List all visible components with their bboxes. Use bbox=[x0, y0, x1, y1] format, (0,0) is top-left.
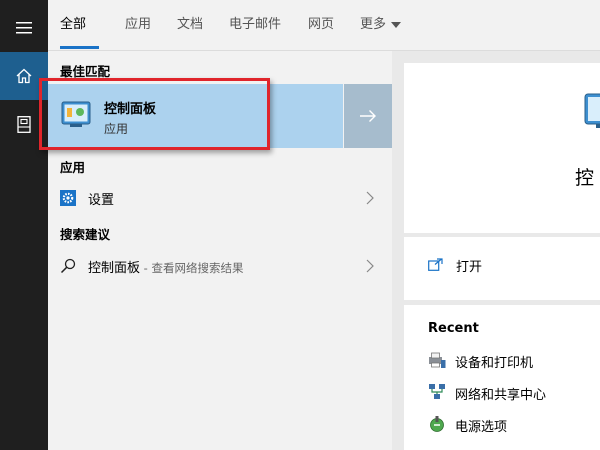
results-panel: 最佳匹配 控制面板 应用 应用 设置 搜索建议 控制面板 - 查看网络搜索结果 bbox=[39, 51, 392, 450]
chevron-right-icon bbox=[366, 259, 374, 273]
active-tab-indicator bbox=[60, 46, 99, 49]
search-suggestions-header: 搜索建议 bbox=[60, 227, 111, 242]
gear-icon bbox=[60, 190, 76, 206]
tab-all[interactable]: 全部 bbox=[60, 15, 86, 35]
hamburger-menu-button[interactable] bbox=[0, 4, 48, 52]
open-icon bbox=[428, 258, 443, 271]
recent-header: Recent bbox=[428, 321, 479, 336]
tab-email[interactable]: 电子邮件 bbox=[229, 15, 281, 35]
home-button[interactable] bbox=[0, 52, 48, 100]
recent-item-label: 网络和共享中心 bbox=[455, 388, 547, 403]
app-result-label: 设置 bbox=[88, 193, 115, 208]
preview-header-card bbox=[404, 63, 600, 233]
recent-item-devices-printers[interactable]: 设备和打印机 bbox=[428, 351, 533, 371]
open-action[interactable]: 打开 bbox=[456, 256, 482, 275]
app-result-settings[interactable]: 设置 bbox=[48, 181, 392, 215]
filter-tabs: 全部 应用 文档 电子邮件 网页 更多 bbox=[48, 0, 600, 51]
recent-item-power-options[interactable]: 电源选项 bbox=[428, 415, 507, 435]
chevron-down-icon bbox=[391, 21, 402, 28]
recent-item-label: 电源选项 bbox=[455, 420, 508, 435]
left-rail bbox=[0, 0, 48, 450]
tab-more[interactable]: 更多 bbox=[360, 15, 402, 35]
tab-web[interactable]: 网页 bbox=[308, 15, 334, 35]
network-sharing-icon bbox=[429, 384, 445, 399]
best-match-subtitle: 应用 bbox=[104, 122, 129, 136]
recent-item-label: 设备和打印机 bbox=[455, 356, 534, 371]
suggestion-query: 控制面板 bbox=[88, 261, 141, 276]
preview-title: 控 bbox=[575, 167, 595, 189]
preview-pane: 控 打开 Recent 设备和打印机 网络和共享中心 电源选项 bbox=[404, 63, 600, 450]
suggestion-result[interactable]: 控制面板 - 查看网络搜索结果 bbox=[48, 249, 392, 283]
suggestion-hint: - 查看网络搜索结果 bbox=[140, 261, 244, 275]
hamburger-menu-icon bbox=[16, 22, 32, 34]
suggestion-text: 控制面板 - 查看网络搜索结果 bbox=[88, 257, 243, 276]
best-match-item[interactable]: 控制面板 应用 bbox=[48, 84, 343, 148]
notebook-button[interactable] bbox=[0, 100, 48, 148]
home-icon bbox=[16, 68, 32, 84]
tab-apps[interactable]: 应用 bbox=[125, 15, 151, 35]
chevron-right-icon bbox=[366, 191, 374, 205]
power-options-icon bbox=[430, 416, 444, 432]
devices-printers-icon bbox=[429, 352, 446, 368]
best-match-title: 控制面板 bbox=[104, 102, 157, 117]
notebook-icon bbox=[17, 115, 31, 133]
control-panel-large-icon bbox=[584, 93, 600, 128]
best-match-result[interactable]: 控制面板 应用 bbox=[39, 78, 392, 150]
tab-more-label: 更多 bbox=[360, 17, 387, 32]
open-details-button[interactable] bbox=[344, 84, 392, 148]
search-icon bbox=[60, 258, 76, 274]
apps-header: 应用 bbox=[60, 160, 86, 175]
control-panel-icon bbox=[61, 101, 91, 127]
best-match-header: 最佳匹配 bbox=[60, 64, 111, 79]
arrow-right-icon bbox=[360, 110, 376, 122]
recent-item-network-sharing[interactable]: 网络和共享中心 bbox=[428, 383, 546, 403]
tab-documents[interactable]: 文档 bbox=[177, 15, 203, 35]
